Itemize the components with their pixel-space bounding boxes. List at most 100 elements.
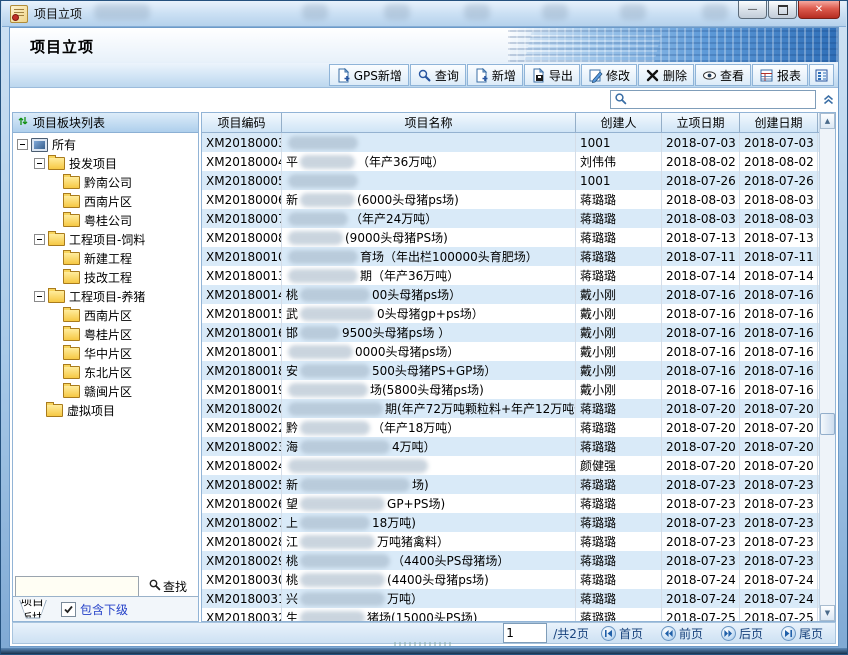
tree-item[interactable]: 所有 [13,135,198,154]
table-row[interactable]: XM20180022黔（年产18万吨）蒋璐璐2018-07-202018-07-… [202,418,819,437]
table-row[interactable]: XM20180032生猪场(15000头PS场)蒋璐璐2018-07-25201… [202,608,819,621]
table-row[interactable]: XM20180025新场)蒋璐璐2018-07-232018-07-23 [202,475,819,494]
pagination-bar: /共2页 首页 前页 后页 尾页 [12,622,836,644]
close-button[interactable]: ✕ [798,1,840,19]
start-date-cell: 2018-07-14 [662,266,740,285]
table-row[interactable]: XM20180023海4万吨）蒋璐璐2018-07-202018-07-20 [202,437,819,456]
table-row[interactable]: XM20180008(9000头母猪PS场)蒋璐璐2018-07-132018-… [202,228,819,247]
table-row[interactable]: XM20180019场(5800头母猪ps场)戴小刚2018-07-162018… [202,380,819,399]
column-header-code[interactable]: 项目编码 [202,113,282,132]
column-header-create-date[interactable]: 创建日期 [740,113,818,132]
redacted-name-blur [288,212,348,226]
report-button[interactable]: 报表 [752,64,808,86]
table-row[interactable]: XM2018000310012018-07-032018-07-03 [202,133,819,152]
project-name-prefix: 桃 [286,286,298,303]
tree-expander-minus-icon[interactable] [34,158,45,169]
table-row[interactable]: XM20180028江万吨猪禽料）蒋璐璐2018-07-232018-07-23 [202,532,819,551]
table-row[interactable]: XM20180018安500头母猪PS+GP场）戴小刚2018-07-16201… [202,361,819,380]
folder-icon [63,366,80,379]
column-header-start-date[interactable]: 立项日期 [662,113,740,132]
create-date-cell: 2018-07-26 [740,171,818,190]
tab-project-section[interactable]: 项目板块 [19,600,47,619]
creator-cell: 戴小刚 [576,380,662,399]
tree-find-input[interactable] [15,576,139,597]
gps-add-button[interactable]: GPS新增 [329,64,409,86]
resize-grip[interactable] [394,642,454,646]
table-row[interactable]: XM20180016邯9500头母猪ps场 ）戴小刚2018-07-162018… [202,323,819,342]
start-date-cell: 2018-07-23 [662,494,740,513]
query-button[interactable]: 查询 [410,64,466,86]
table-row[interactable]: XM20180026望GP+PS场)蒋璐璐2018-07-232018-07-2… [202,494,819,513]
column-header-creator[interactable]: 创建人 [576,113,662,132]
tree-item[interactable]: 投发项目 [13,154,198,173]
tree-item[interactable]: 赣闽片区 [13,382,198,401]
table-row[interactable]: XM20180004平（年产36万吨）刘伟伟2018-08-022018-08-… [202,152,819,171]
tree-expander-minus-icon[interactable] [34,291,45,302]
tree-expander-minus-icon[interactable] [34,234,45,245]
export-button[interactable]: 导出 [524,64,580,86]
minimize-button[interactable]: — [738,1,767,19]
table-row[interactable]: XM20180030桃(4400头母猪ps场)蒋璐璐2018-07-242018… [202,570,819,589]
create-date-cell: 2018-07-16 [740,342,818,361]
redacted-name-blur [300,478,410,492]
table-row[interactable]: XM20180010育场（年出栏100000头育肥场）蒋璐璐2018-07-11… [202,247,819,266]
more-tools-button[interactable] [809,64,834,86]
table-row[interactable]: XM20180020期(年产72万吨颗粒料+年产12万吨预混料)蒋璐璐2018-… [202,399,819,418]
tree-item[interactable]: 黔南公司 [13,173,198,192]
table-row[interactable]: XM20180024颜健强2018-07-202018-07-20 [202,456,819,475]
last-page-button[interactable]: 尾页 [775,624,829,643]
refresh-icon[interactable] [17,115,29,130]
table-row[interactable]: XM20180013期（年产36万吨）蒋璐璐2018-07-142018-07-… [202,266,819,285]
find-button[interactable]: 查找 [142,577,193,596]
delete-button[interactable]: 删除 [638,64,694,86]
table-row[interactable]: XM2018000510012018-07-262018-07-26 [202,171,819,190]
tree-item[interactable]: 华中片区 [13,344,198,363]
view-button[interactable]: 查看 [695,64,751,86]
collapse-chevron-icon[interactable] [822,93,835,109]
table-row[interactable]: XM20180029桃（4400头PS母猪场）蒋璐璐2018-07-232018… [202,551,819,570]
redacted-name-blur [288,383,368,397]
tree-item[interactable]: 粤桂片区 [13,325,198,344]
vertical-scrollbar[interactable]: ▲ ▼ [819,113,835,621]
tree-item[interactable]: 东北片区 [13,363,198,382]
scrollbar-thumb[interactable] [820,413,835,435]
tree-item[interactable]: 工程项目-养猪 [13,287,198,306]
prev-page-button[interactable]: 前页 [655,624,709,643]
project-code-cell: XM20180008 [202,228,282,247]
table-row[interactable]: XM20180027上18万吨)蒋璐璐2018-07-232018-07-23 [202,513,819,532]
tree-item[interactable]: 技改工程 [13,268,198,287]
folder-icon [48,290,65,303]
first-page-button[interactable]: 首页 [595,624,649,643]
scroll-down-arrow[interactable]: ▼ [820,605,835,621]
project-name-suffix: GP+PS场) [387,495,445,512]
export-icon [531,68,546,83]
tree-item[interactable]: 虚拟项目 [13,401,198,420]
table-row[interactable]: XM20180031兴万吨）蒋璐璐2018-07-242018-07-24 [202,589,819,608]
folder-icon [63,347,80,360]
scroll-up-arrow[interactable]: ▲ [820,113,835,129]
maximize-button[interactable] [768,1,797,19]
table-row[interactable]: XM20180006新(6000头母猪ps场)蒋璐璐2018-08-032018… [202,190,819,209]
table-row[interactable]: XM20180014桃00头母猪ps场）戴小刚2018-07-162018-07… [202,285,819,304]
page-title: 项目立项 [30,36,94,57]
quick-search-input[interactable] [630,91,815,108]
column-header-name[interactable]: 项目名称 [282,113,576,132]
tree-item[interactable]: 西南片区 [13,192,198,211]
table-row[interactable]: XM20180015武0头母猪gp+ps场）戴小刚2018-07-162018-… [202,304,819,323]
next-page-button[interactable]: 后页 [715,624,769,643]
edit-button[interactable]: 修改 [581,64,637,86]
tree-item[interactable]: 西南片区 [13,306,198,325]
add-button[interactable]: 新增 [467,64,523,86]
tree-item[interactable]: 粤桂公司 [13,211,198,230]
tree-item[interactable]: 新建工程 [13,249,198,268]
page-number-input[interactable] [503,623,547,643]
table-row[interactable]: XM201800170000头母猪ps场）戴小刚2018-07-162018-0… [202,342,819,361]
tree-item[interactable]: 工程项目-饲料 [13,230,198,249]
start-date-cell: 2018-07-20 [662,437,740,456]
include-children-checkbox[interactable] [61,602,76,617]
redacted-name-blur [288,174,358,188]
table-row[interactable]: XM20180007（年产24万吨）蒋璐璐2018-08-032018-08-0… [202,209,819,228]
tree-expander-minus-icon[interactable] [17,139,28,150]
title-bar[interactable]: 项目立项 — ✕ [2,1,846,27]
project-name-prefix: 桃 [286,552,298,569]
